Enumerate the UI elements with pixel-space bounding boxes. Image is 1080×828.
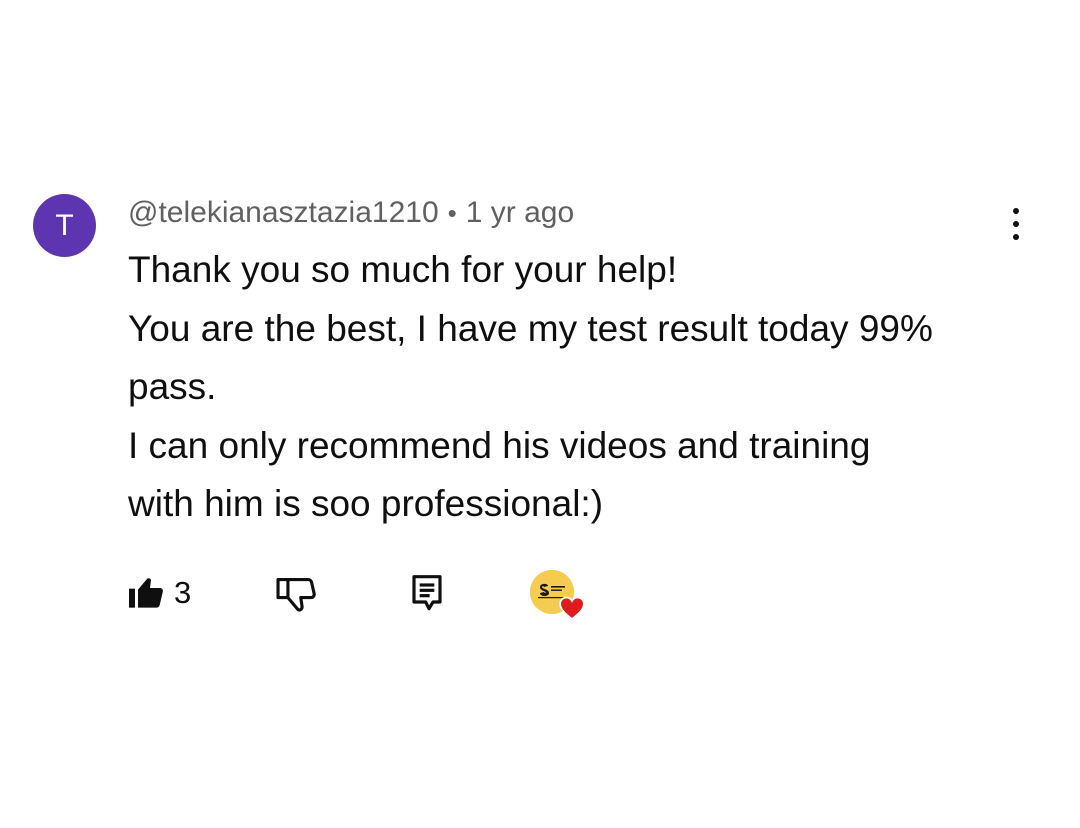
more-dot-icon [1013, 221, 1019, 227]
creator-heart-badge[interactable] [530, 570, 586, 626]
comment-line: pass. [128, 366, 217, 407]
thumbs-down-outline-icon [276, 578, 316, 612]
comment-line: with him is soo professional:) [128, 483, 604, 524]
comment-line: Thank you so much for your help! [128, 249, 678, 290]
comment-line: You are the best, I have my test result … [128, 307, 933, 349]
thumbs-up-filled-icon [129, 578, 163, 608]
avatar-letter: T [55, 208, 74, 242]
like-button[interactable]: 3 [126, 570, 191, 616]
more-dot-icon [1013, 234, 1019, 240]
comment-reply-icon [412, 575, 442, 611]
comment-timestamp[interactable]: 1 yr ago [466, 196, 574, 230]
like-count: 3 [174, 575, 192, 610]
comment-action-bar: 3 [0, 560, 1080, 630]
comment-thread: T @telekianasztazia1210 • 1 yr ago Thank… [0, 0, 1080, 828]
author-avatar[interactable]: T [33, 194, 96, 257]
meta-separator: • [447, 197, 457, 228]
heart-icon [559, 596, 585, 621]
comment-body: Thank you so much for your help! You are… [128, 241, 1028, 534]
reply-button[interactable] [410, 573, 444, 613]
comment-header: @telekianasztazia1210 • 1 yr ago [128, 193, 574, 233]
dislike-button[interactable] [274, 573, 318, 617]
comment-line: I can only recommend his videos and trai… [128, 424, 871, 466]
author-handle[interactable]: @telekianasztazia1210 [128, 196, 439, 230]
more-dot-icon [1013, 208, 1019, 214]
